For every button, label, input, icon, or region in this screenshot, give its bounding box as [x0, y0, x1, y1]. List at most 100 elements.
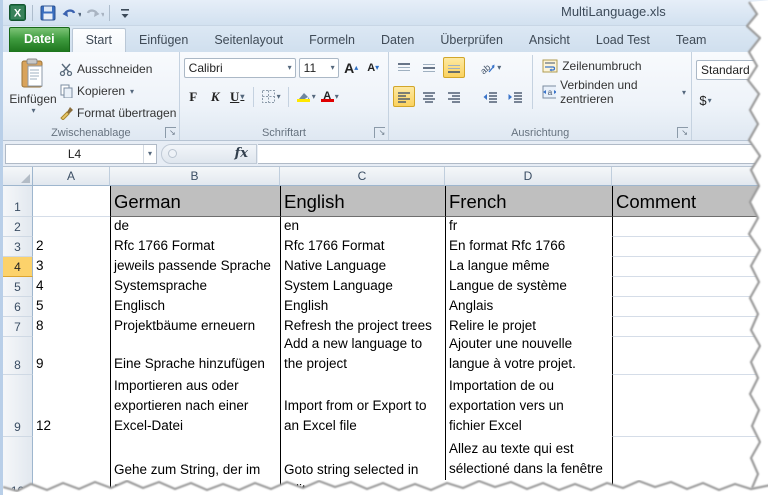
- format-painter-button[interactable]: Format übertragen: [59, 103, 176, 123]
- cell-E8[interactable]: [612, 337, 768, 375]
- cell-C8[interactable]: Add a new language to the project: [280, 337, 445, 375]
- align-top-button[interactable]: [393, 57, 415, 78]
- cell-B1[interactable]: German: [110, 186, 280, 217]
- insert-function-button[interactable]: fx: [235, 146, 248, 161]
- copy-button[interactable]: Kopieren ▾: [59, 81, 176, 101]
- dialog-launcher-icon[interactable]: [677, 127, 688, 138]
- cell-D4[interactable]: La langue même: [445, 257, 612, 277]
- cell-A7[interactable]: 8: [33, 317, 110, 337]
- tab-einfügen[interactable]: Einfügen: [126, 29, 201, 52]
- paste-button[interactable]: Einfügen ▾: [7, 55, 59, 124]
- cell-A6[interactable]: 5: [33, 297, 110, 317]
- column-header-B[interactable]: B: [110, 167, 280, 186]
- merge-center-button[interactable]: a Verbinden und zentrieren ▾: [539, 81, 689, 103]
- row-header-4[interactable]: 4: [3, 257, 33, 277]
- align-bottom-button[interactable]: [443, 57, 465, 78]
- cell-C9[interactable]: Import from or Export to an Excel file: [280, 375, 445, 437]
- cell-C6[interactable]: English: [280, 297, 445, 317]
- font-color-button[interactable]: A ▾: [320, 87, 340, 107]
- cell-B2[interactable]: de: [110, 217, 280, 237]
- borders-button[interactable]: ▾: [260, 87, 282, 107]
- fill-color-button[interactable]: ▾: [295, 87, 317, 107]
- orientation-button[interactable]: ab ▾: [479, 58, 502, 78]
- number-format-combo[interactable]: Standard: [696, 60, 766, 80]
- align-right-button[interactable]: [443, 86, 465, 107]
- cell-C3[interactable]: Rfc 1766 Format: [280, 237, 445, 257]
- name-box[interactable]: L4 ▾: [5, 144, 157, 164]
- cell-A4[interactable]: 3: [33, 257, 110, 277]
- row-header-3[interactable]: 3: [3, 237, 33, 257]
- cell-A1[interactable]: [33, 186, 110, 217]
- cell-C1[interactable]: English: [280, 186, 445, 217]
- row-header-7[interactable]: 7: [3, 317, 33, 337]
- cell-B10[interactable]: Gehe zum String, der im Edi: [110, 437, 280, 495]
- cell-C5[interactable]: System Language: [280, 277, 445, 297]
- row-header-6[interactable]: 6: [3, 297, 33, 317]
- excel-logo-icon[interactable]: X: [7, 3, 27, 22]
- wrap-text-button[interactable]: Zeilenumbruch: [539, 55, 689, 77]
- cell-A2[interactable]: [33, 217, 110, 237]
- underline-button[interactable]: U▾: [228, 87, 247, 107]
- row-header-2[interactable]: 2: [3, 217, 33, 237]
- italic-button[interactable]: K: [206, 87, 225, 107]
- cell-B3[interactable]: Rfc 1766 Format: [110, 237, 280, 257]
- row-header-1[interactable]: 1: [3, 186, 33, 217]
- row-header-8[interactable]: 8: [3, 337, 33, 375]
- cell-D5[interactable]: Langue de système: [445, 277, 612, 297]
- cell-B6[interactable]: Englisch: [110, 297, 280, 317]
- font-name-combo[interactable]: Calibri ▾: [184, 58, 296, 78]
- cell-E2[interactable]: [612, 217, 768, 237]
- tab-seitenlayout[interactable]: Seitenlayout: [201, 29, 296, 52]
- tab-start[interactable]: Start: [72, 28, 126, 52]
- cell-E5[interactable]: [612, 277, 768, 297]
- cell-D6[interactable]: Anglais: [445, 297, 612, 317]
- column-header-D[interactable]: D: [445, 167, 612, 186]
- customize-toolbar-icon[interactable]: [115, 3, 135, 22]
- tab-überprüfen[interactable]: Überprüfen: [427, 29, 516, 52]
- increase-indent-button[interactable]: [504, 86, 526, 107]
- cell-C4[interactable]: Native Language: [280, 257, 445, 277]
- cell-E7[interactable]: [612, 317, 768, 337]
- dialog-launcher-icon[interactable]: [374, 127, 385, 138]
- decrease-indent-button[interactable]: [479, 86, 501, 107]
- cell-D2[interactable]: fr: [445, 217, 612, 237]
- tab-formeln[interactable]: Formeln: [296, 29, 368, 52]
- cell-D7[interactable]: Relire le projet: [445, 317, 612, 337]
- cell-D3[interactable]: En format Rfc 1766: [445, 237, 612, 257]
- cell-E3[interactable]: [612, 237, 768, 257]
- bold-button[interactable]: F: [184, 87, 203, 107]
- cell-C10[interactable]: Goto string selected in edit: [280, 437, 445, 495]
- tab-load-test[interactable]: Load Test: [583, 29, 663, 52]
- tab-ansicht[interactable]: Ansicht: [516, 29, 583, 52]
- cell-E6[interactable]: [612, 297, 768, 317]
- formula-input[interactable]: [258, 144, 768, 164]
- tab-datei[interactable]: Datei: [9, 27, 70, 52]
- dialog-launcher-icon[interactable]: [165, 127, 176, 138]
- row-header-10[interactable]: 10: [3, 437, 33, 495]
- tab-team[interactable]: Team: [663, 29, 720, 52]
- cell-A8[interactable]: 9: [33, 337, 110, 375]
- cell-E1[interactable]: Comment: [612, 186, 768, 217]
- column-header-A[interactable]: A: [33, 167, 110, 186]
- cell-B9[interactable]: Importieren aus oder exportieren nach ei…: [110, 375, 280, 437]
- cell-C2[interactable]: en: [280, 217, 445, 237]
- cell-D10[interactable]: Allez au texte qui est sélectioné dans l…: [445, 416, 612, 480]
- undo-icon[interactable]: ▾: [61, 3, 81, 22]
- select-all-corner[interactable]: [3, 167, 33, 186]
- column-header-C[interactable]: C: [280, 167, 445, 186]
- cell-D1[interactable]: French: [445, 186, 612, 217]
- currency-format-button[interactable]: $ ▾: [696, 91, 715, 111]
- redo-icon[interactable]: ▾: [84, 3, 104, 22]
- row-header-5[interactable]: 5: [3, 277, 33, 297]
- cell-B7[interactable]: Projektbäume erneuern: [110, 317, 280, 337]
- cell-E4[interactable]: [612, 257, 768, 277]
- cell-B8[interactable]: Eine Sprache hinzufügen: [110, 337, 280, 375]
- align-middle-button[interactable]: [418, 57, 440, 78]
- align-center-button[interactable]: [418, 86, 440, 107]
- grow-font-button[interactable]: A▴: [342, 58, 361, 78]
- cell-B4[interactable]: jeweils passende Sprache: [110, 257, 280, 277]
- cell-A10[interactable]: [33, 437, 110, 495]
- save-icon[interactable]: [38, 3, 58, 22]
- cell-A9[interactable]: 12: [33, 375, 110, 437]
- cell-B5[interactable]: Systemsprache: [110, 277, 280, 297]
